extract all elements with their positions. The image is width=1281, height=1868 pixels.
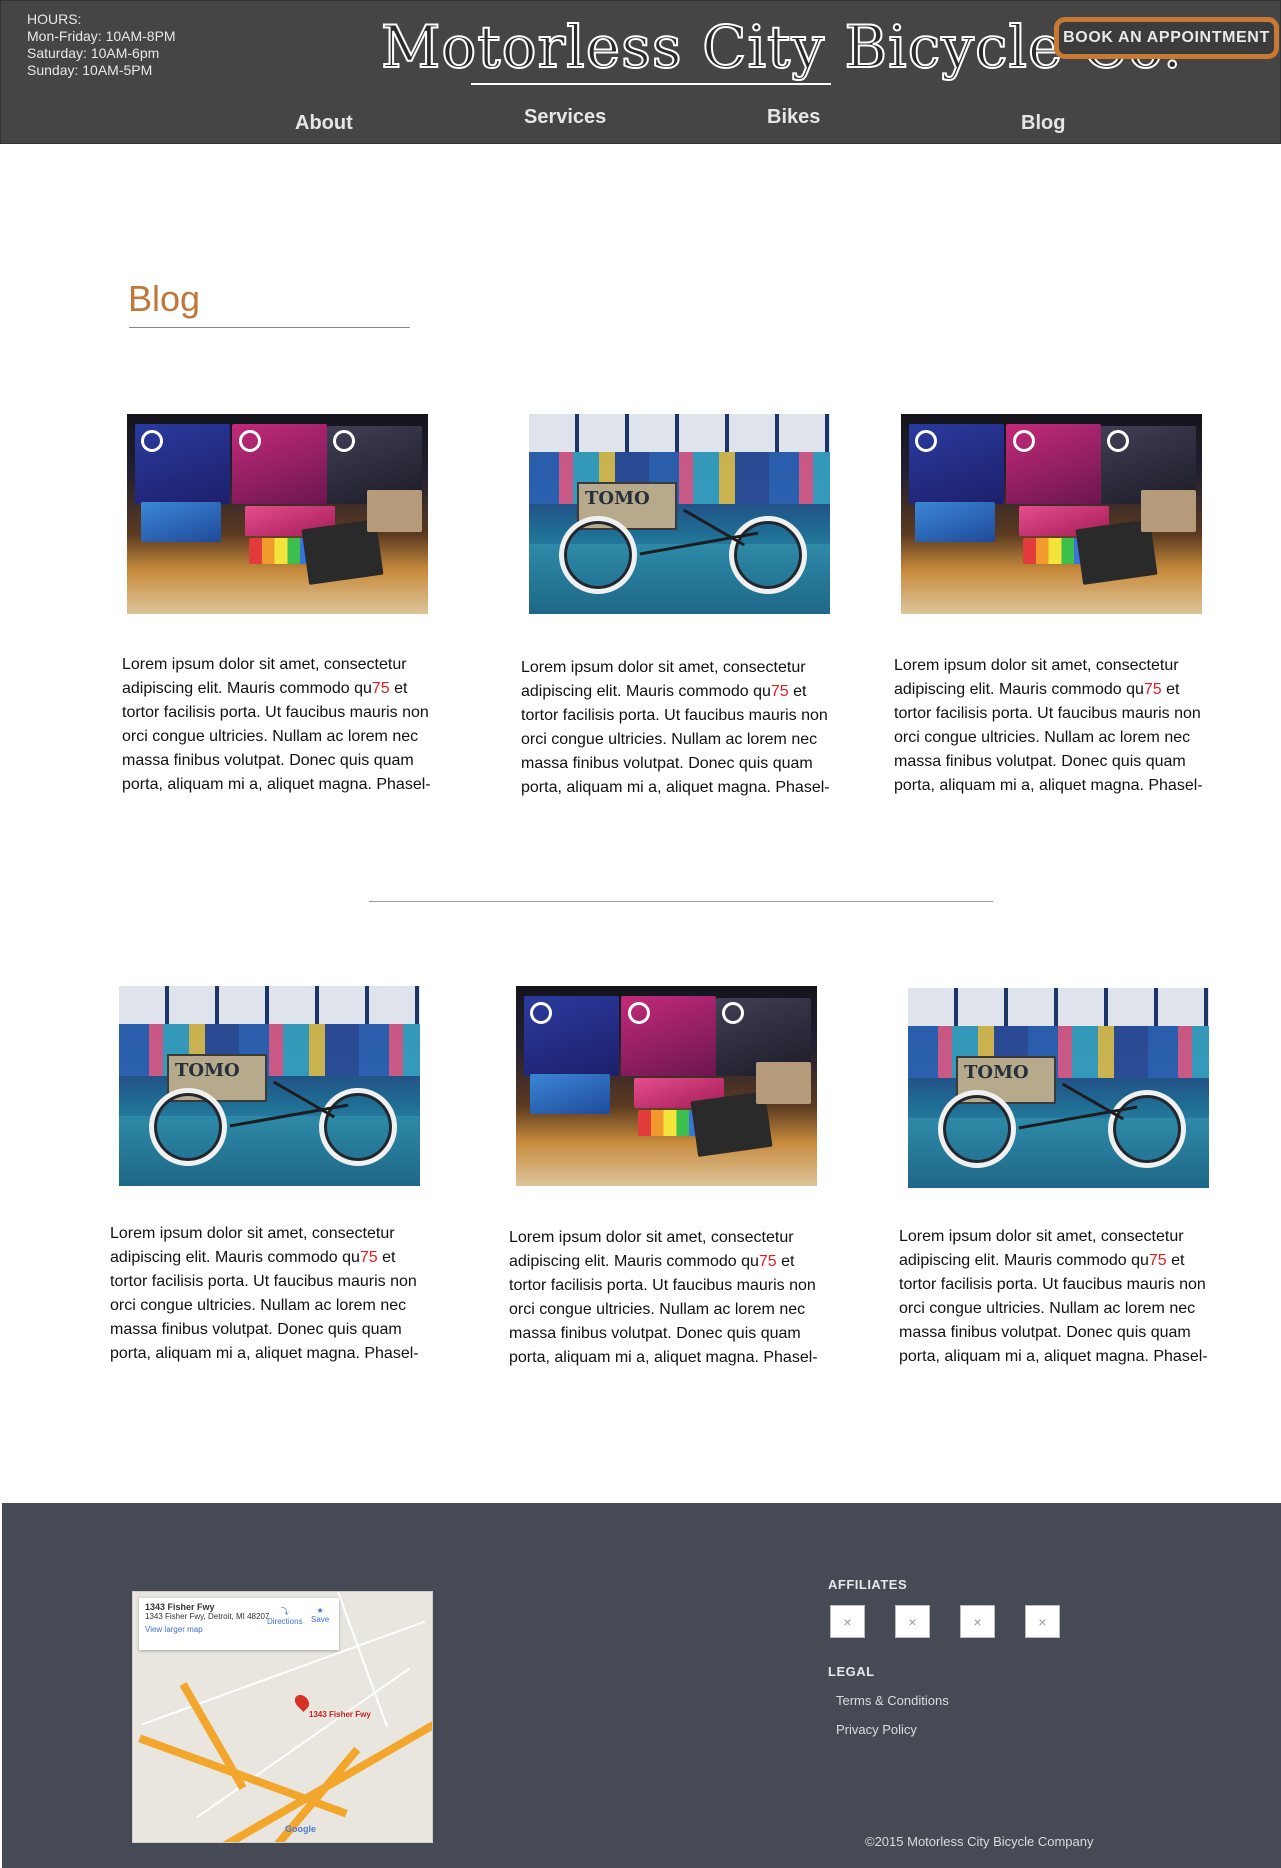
copyright-text: ©2015 Motorless City Bicycle Company bbox=[865, 1834, 1094, 1849]
nav-bikes[interactable]: Bikes bbox=[767, 106, 820, 129]
affiliates-heading: AFFILIATES bbox=[828, 1577, 908, 1592]
nav-services[interactable]: Services bbox=[524, 106, 606, 129]
excerpt-text: Lorem ipsum dolor sit amet, consectetur … bbox=[894, 657, 1179, 698]
post-image-bike-lights[interactable] bbox=[516, 986, 817, 1186]
page-title: Blog bbox=[128, 278, 201, 319]
excerpt-text: Lorem ipsum dolor sit amet, consectetur … bbox=[122, 656, 407, 697]
hours-weekday: Mon-Friday: 10AM-8PM bbox=[27, 28, 176, 44]
location-map[interactable]: 1343 Fisher Fwy 1343 Fisher Fwy, Detroit… bbox=[132, 1591, 433, 1843]
terms-link[interactable]: Terms & Conditions bbox=[836, 1693, 949, 1708]
post-excerpt: Lorem ipsum dolor sit amet, consectetur … bbox=[521, 656, 841, 800]
section-divider bbox=[369, 901, 993, 902]
excerpt-text: Lorem ipsum dolor sit amet, consectetur … bbox=[110, 1225, 395, 1266]
map-pin-icon bbox=[292, 1692, 312, 1712]
map-view-larger-link[interactable]: View larger map bbox=[145, 1625, 333, 1634]
hours-label: HOURS: bbox=[27, 11, 82, 27]
site-logo[interactable]: Motorless City Bicycle Co. bbox=[380, 12, 1183, 89]
excerpt-highlight: 75 bbox=[770, 683, 789, 700]
logo-underline bbox=[471, 83, 831, 85]
nav-blog[interactable]: Blog bbox=[1021, 112, 1065, 135]
title-underline bbox=[129, 327, 410, 328]
privacy-link[interactable]: Privacy Policy bbox=[836, 1722, 917, 1737]
excerpt-text: Lorem ipsum dolor sit amet, consectetur … bbox=[509, 1229, 794, 1270]
post-image-cargo-bike[interactable]: TOMO bbox=[529, 414, 830, 614]
excerpt-text: Lorem ipsum dolor sit amet, consectetur … bbox=[899, 1228, 1184, 1269]
post-excerpt: Lorem ipsum dolor sit amet, consectetur … bbox=[122, 653, 442, 797]
post-image-cargo-bike[interactable]: TOMO bbox=[119, 986, 420, 1186]
affiliate-logo-placeholder[interactable]: × bbox=[1025, 1605, 1060, 1638]
site-header: HOURS: Mon-Friday: 10AM-8PM Saturday: 10… bbox=[0, 0, 1281, 144]
map-place-title: 1343 Fisher Fwy bbox=[145, 1602, 215, 1612]
star-icon: ★ bbox=[316, 1606, 324, 1615]
post-image-bike-lights[interactable] bbox=[901, 414, 1202, 614]
post-excerpt: Lorem ipsum dolor sit amet, consectetur … bbox=[899, 1225, 1219, 1369]
excerpt-highlight: 75 bbox=[371, 680, 390, 697]
map-info-card: 1343 Fisher Fwy 1343 Fisher Fwy, Detroit… bbox=[139, 1598, 339, 1650]
hours-sunday: Sunday: 10AM-5PM bbox=[27, 62, 153, 78]
directions-icon: ⤵ bbox=[280, 1607, 289, 1616]
post-excerpt: Lorem ipsum dolor sit amet, consectetur … bbox=[894, 654, 1214, 798]
store-hours: HOURS: Mon-Friday: 10AM-8PM Saturday: 10… bbox=[27, 11, 176, 79]
map-save-button[interactable]: ★ Save bbox=[311, 1606, 329, 1624]
map-address: 1343 Fisher Fwy, Detroit, MI 48207 bbox=[145, 1612, 270, 1621]
map-pin-label: 1343 Fisher Fwy bbox=[309, 1710, 371, 1719]
post-excerpt: Lorem ipsum dolor sit amet, consectetur … bbox=[110, 1222, 430, 1366]
google-logo: Google bbox=[285, 1824, 316, 1834]
map-directions-button[interactable]: ⤵ Directions bbox=[267, 1606, 303, 1626]
legal-heading: LEGAL bbox=[828, 1664, 875, 1679]
hours-saturday: Saturday: 10AM-6pm bbox=[27, 45, 160, 61]
book-appointment-button[interactable]: BOOK AN APPOINTMENT bbox=[1054, 17, 1279, 59]
excerpt-highlight: 75 bbox=[1143, 681, 1162, 698]
logo-text: Motorless City Bicycle Co. bbox=[380, 12, 1183, 82]
excerpt-text: Lorem ipsum dolor sit amet, consectetur … bbox=[521, 659, 806, 700]
affiliate-logo-placeholder[interactable]: × bbox=[960, 1605, 995, 1638]
affiliate-logo-placeholder[interactable]: × bbox=[895, 1605, 930, 1638]
save-label: Save bbox=[311, 1615, 330, 1624]
post-excerpt: Lorem ipsum dolor sit amet, consectetur … bbox=[509, 1226, 829, 1370]
excerpt-highlight: 75 bbox=[359, 1249, 378, 1266]
affiliate-logo-placeholder[interactable]: × bbox=[830, 1605, 865, 1638]
post-image-bike-lights[interactable] bbox=[127, 414, 428, 614]
excerpt-highlight: 75 bbox=[1148, 1252, 1167, 1269]
excerpt-highlight: 75 bbox=[758, 1253, 777, 1270]
directions-label: Directions bbox=[267, 1617, 303, 1626]
nav-about[interactable]: About bbox=[295, 112, 353, 135]
post-image-cargo-bike[interactable]: TOMO bbox=[908, 988, 1209, 1188]
